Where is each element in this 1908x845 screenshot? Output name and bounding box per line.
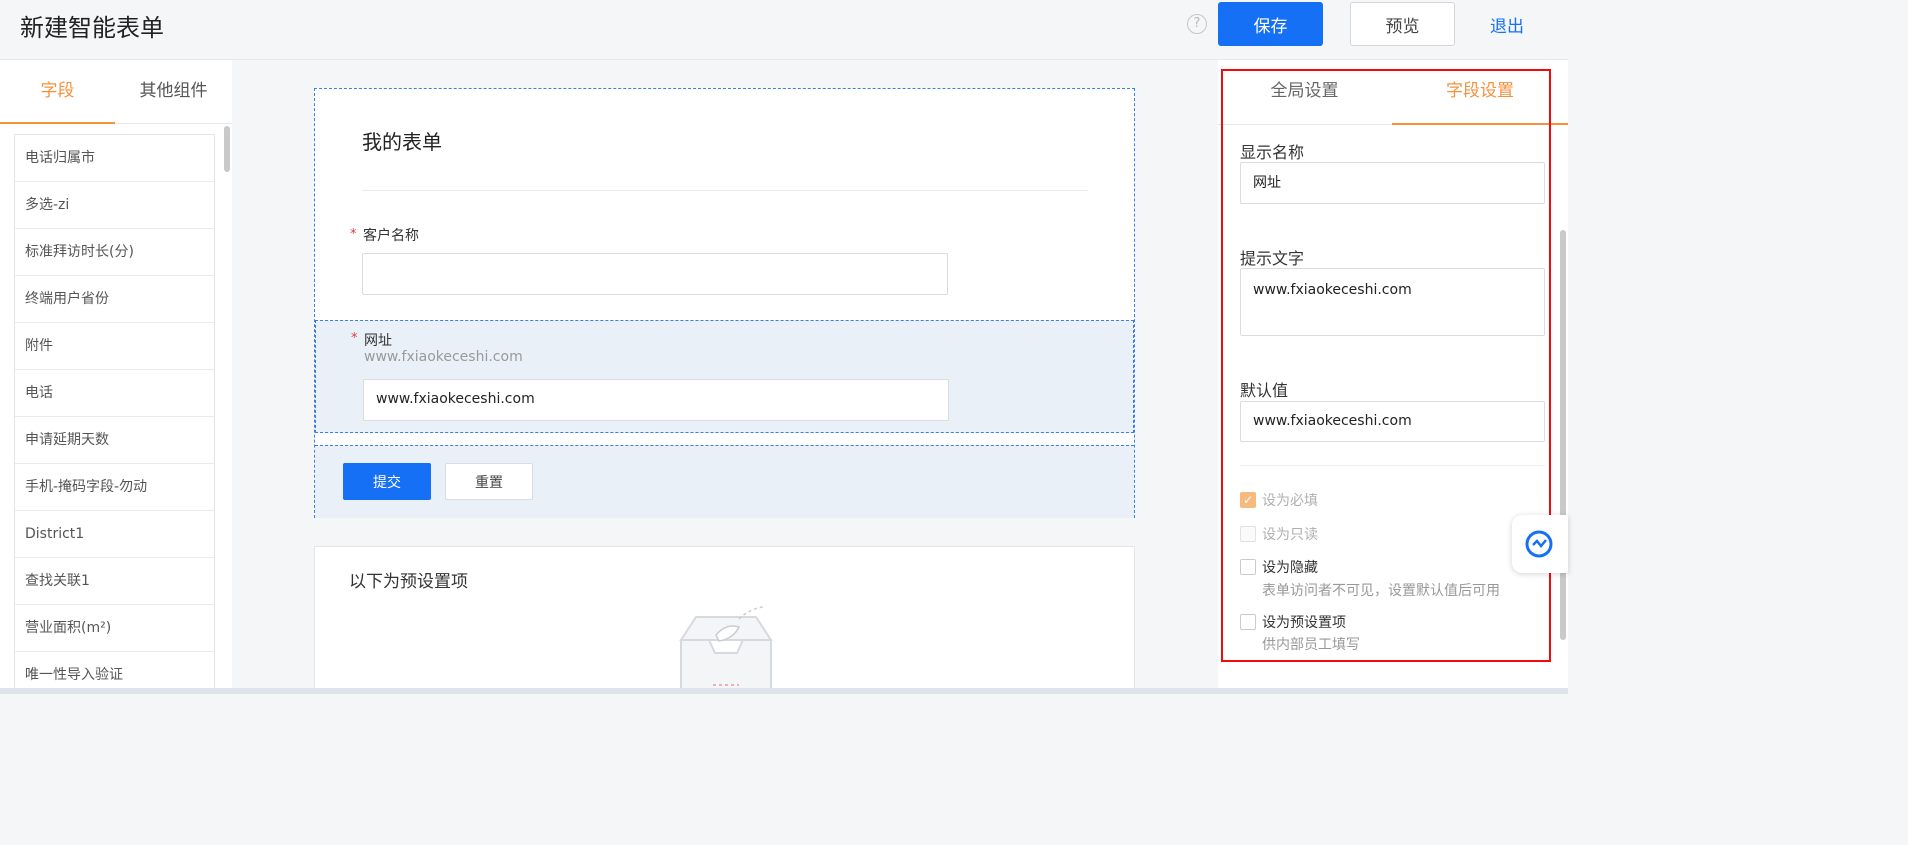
checkbox-icon[interactable] — [1240, 559, 1256, 575]
option-description: 表单访问者不可见，设置默认值后可用 — [1262, 583, 1500, 599]
url-hint-text: www.fxiaokeceshi.com — [364, 349, 523, 365]
form-actions: 提交 重置 — [315, 445, 1134, 518]
url-input[interactable]: www.fxiaokeceshi.com — [363, 379, 949, 421]
default-value-input[interactable]: www.fxiaokeceshi.com — [1240, 401, 1545, 442]
tab-global-settings[interactable]: 全局设置 — [1218, 60, 1391, 125]
component-sidebar: 字段 其他组件 电话归属市 多选-zi 标准拜访时长(分) 终端用户省份 附件 … — [0, 60, 232, 694]
preview-button[interactable]: 预览 — [1350, 2, 1455, 46]
required-marker: * — [351, 331, 358, 346]
exit-link[interactable]: 退出 — [1490, 12, 1524, 37]
checkbox-checked-icon[interactable]: ✓ — [1240, 492, 1256, 508]
options-divider — [1240, 465, 1545, 466]
top-header: 新建智能表单 ? 保存 预览 退出 — [0, 0, 1568, 60]
customer-name-input[interactable] — [362, 253, 948, 295]
field-item[interactable]: 手机-掩码字段-勿动 — [15, 464, 214, 511]
display-name-input[interactable]: 网址 — [1240, 162, 1545, 204]
field-item[interactable]: 附件 — [15, 323, 214, 370]
form-title: 我的表单 — [362, 130, 442, 154]
empty-box-icon — [679, 606, 773, 694]
save-button[interactable]: 保存 — [1218, 2, 1323, 46]
scrollbar-thumb[interactable] — [224, 126, 230, 172]
sidebar-tabs: 字段 其他组件 — [0, 60, 232, 124]
field-item[interactable]: District1 — [15, 511, 214, 558]
field-item[interactable]: 电话归属市 — [15, 135, 214, 182]
submit-button[interactable]: 提交 — [343, 463, 431, 500]
required-marker: * — [350, 227, 357, 242]
checkbox-icon[interactable] — [1240, 614, 1256, 630]
field-item[interactable]: 终端用户省份 — [15, 276, 214, 323]
field-item[interactable]: 营业面积(m²) — [15, 605, 214, 652]
tab-fields[interactable]: 字段 — [0, 60, 115, 124]
form-canvas: 我的表单 * 客户名称 * 网址 www.fxiaokeceshi.com ww… — [232, 60, 1210, 694]
assistant-icon — [1525, 530, 1553, 558]
option-label: 设为隐藏 — [1262, 560, 1318, 576]
preset-section: 以下为预设置项 — [314, 546, 1135, 694]
field-item[interactable]: 申请延期天数 — [15, 417, 214, 464]
form-card[interactable]: 我的表单 * 客户名称 * 网址 www.fxiaokeceshi.com ww… — [314, 88, 1135, 518]
tab-other-components[interactable]: 其他组件 — [115, 60, 232, 124]
field-item[interactable]: 电话 — [15, 370, 214, 417]
sidebar-scrollbar[interactable] — [223, 124, 231, 694]
display-name-label: 显示名称 — [1240, 143, 1305, 162]
help-icon[interactable]: ? — [1187, 14, 1207, 34]
hint-text-label: 提示文字 — [1240, 249, 1305, 268]
settings-scrollbar[interactable] — [1560, 230, 1566, 640]
option-label: 设为只读 — [1262, 527, 1318, 543]
hint-text-textarea[interactable]: www.fxiaokeceshi.com — [1240, 268, 1545, 336]
settings-tabs: 全局设置 字段设置 — [1218, 60, 1568, 125]
field-list: 电话归属市 多选-zi 标准拜访时长(分) 终端用户省份 附件 电话 申请延期天… — [14, 134, 215, 694]
option-label: 设为必填 — [1262, 493, 1318, 509]
reset-button[interactable]: 重置 — [445, 463, 533, 500]
url-field-block[interactable]: * 网址 www.fxiaokeceshi.com www.fxiaokeces… — [315, 320, 1134, 433]
field-item[interactable]: 标准拜访时长(分) — [15, 229, 214, 276]
title-divider — [362, 190, 1088, 191]
bottom-bar — [0, 688, 1568, 694]
option-label: 设为预设置项 — [1262, 615, 1346, 631]
url-label: 网址 — [364, 333, 392, 349]
field-settings-panel: 全局设置 字段设置 显示名称 网址 提示文字 www.fxiaokeceshi.… — [1218, 60, 1568, 694]
field-item[interactable]: 多选-zi — [15, 182, 214, 229]
page-title: 新建智能表单 — [20, 14, 164, 42]
tab-field-settings[interactable]: 字段设置 — [1392, 60, 1568, 125]
customer-name-label: 客户名称 — [363, 228, 419, 244]
checkbox-icon[interactable] — [1240, 526, 1256, 542]
canvas-scrollbar[interactable] — [1209, 60, 1210, 694]
option-description: 供内部员工填写 — [1262, 637, 1360, 653]
default-value-label: 默认值 — [1240, 381, 1289, 400]
assistant-float-button[interactable] — [1512, 515, 1568, 573]
field-item[interactable]: 查找关联1 — [15, 558, 214, 605]
preset-title: 以下为预设置项 — [349, 572, 468, 592]
